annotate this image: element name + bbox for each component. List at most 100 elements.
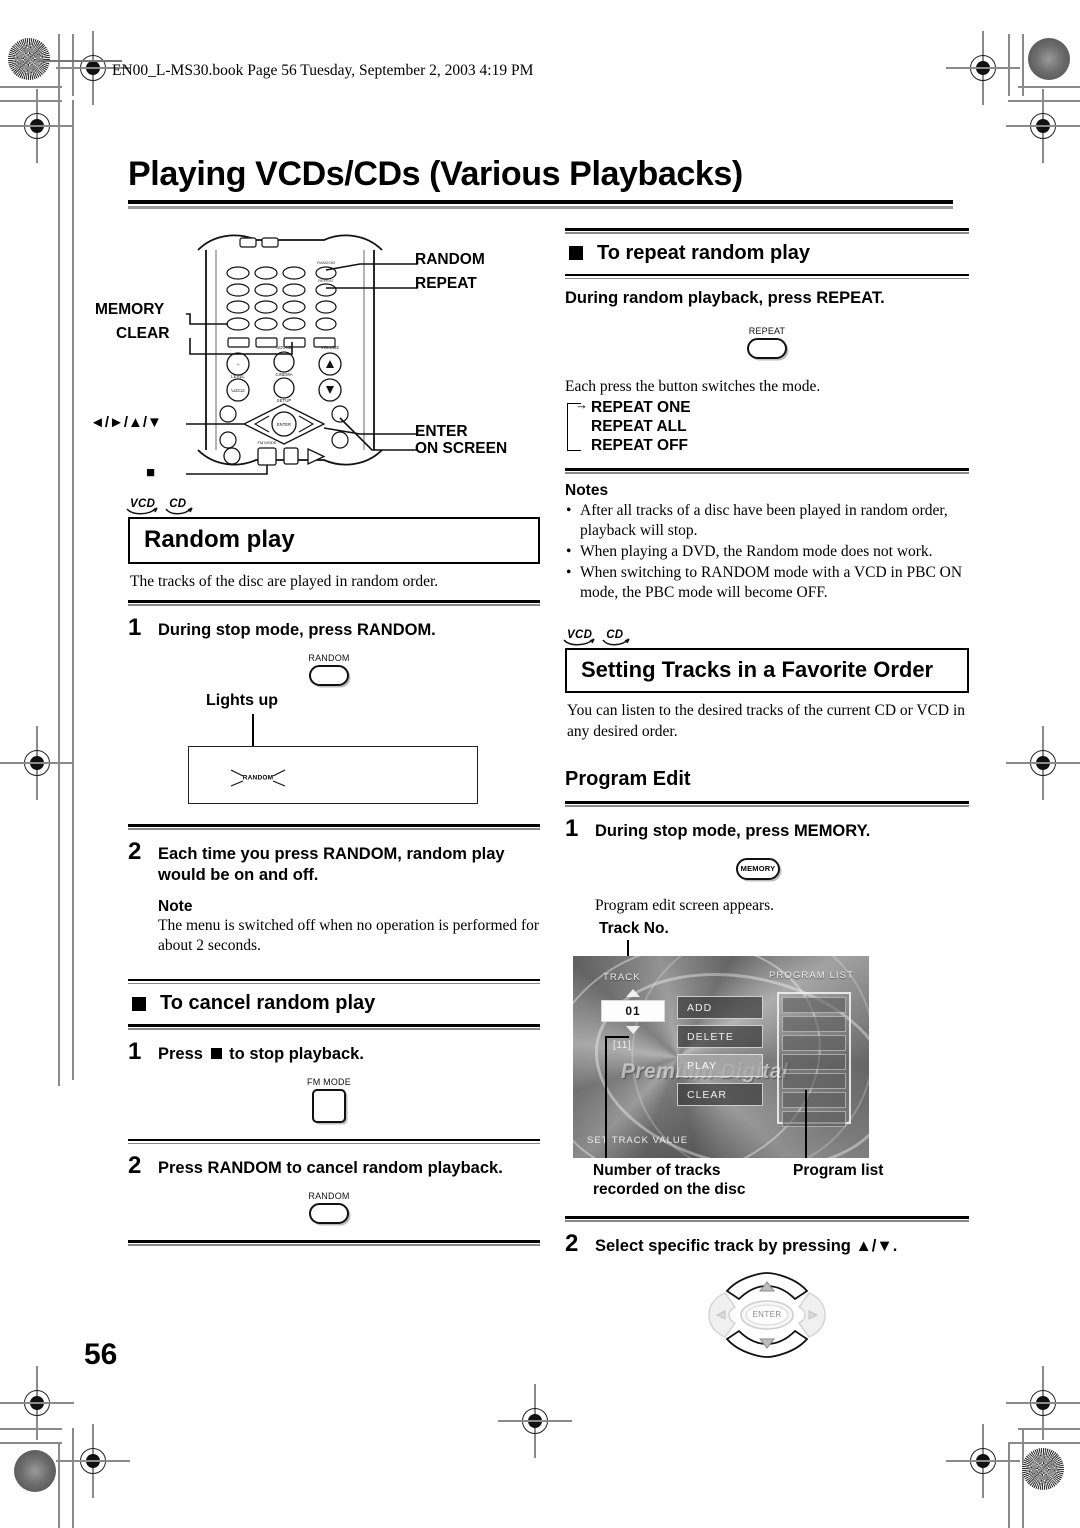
right-column: To repeat random play During random play…	[563, 228, 969, 1359]
registration-crosshair	[0, 1366, 74, 1440]
repeat-mode-off: REPEAT OFF	[591, 437, 689, 455]
program-list-row[interactable]	[782, 997, 846, 1014]
svg-text:CINEMA: CINEMA	[275, 372, 292, 377]
square-bullet-icon	[569, 246, 583, 260]
osd-program-list[interactable]	[777, 992, 851, 1128]
track-up-arrow-icon[interactable]	[626, 989, 640, 998]
button-caption: FM MODE	[307, 1076, 351, 1087]
divider	[128, 1240, 540, 1246]
callout-cursor-keys: ◄/►/▲/▼	[90, 414, 162, 431]
track-count-value: [11]	[613, 1040, 632, 1052]
callout-on-screen: ON SCREEN	[415, 440, 508, 457]
program-list-row[interactable]	[782, 1035, 846, 1052]
display-panel-figure: Lights up RANDOM	[128, 692, 540, 820]
osd-track-label: TRACK	[603, 972, 641, 984]
registration-crosshair	[1006, 1366, 1080, 1440]
fm-mode-button-illustration: FM MODE	[118, 1077, 540, 1123]
repeat-instruction: During random playback, press REPEAT.	[565, 289, 885, 307]
leader-line	[605, 1036, 607, 1159]
step-number: 1	[565, 814, 579, 842]
front-panel-display: RANDOM	[188, 746, 478, 805]
registration-density-dot	[1028, 38, 1070, 80]
svg-text:REPEAT: REPEAT	[318, 278, 334, 283]
left-column: RANDOM REPEAT + \u2212 LEVEL SOUND CINEM…	[90, 228, 540, 1246]
disc-icon-vcd: VCD	[563, 629, 595, 646]
track-down-arrow-icon[interactable]	[626, 1026, 640, 1035]
repeat-button-shape	[747, 338, 787, 359]
note-text: The menu is switched off when no operati…	[158, 916, 540, 955]
subsection-repeat-random-play: To repeat random play	[565, 234, 969, 274]
step-text: During stop mode, press RANDOM.	[158, 620, 436, 639]
file-header-rule	[38, 60, 122, 62]
note-item: When switching to RANDOM mode with a VCD…	[565, 563, 969, 603]
osd-menu: ADD DELETE PLAY CLEAR	[677, 996, 763, 1112]
dpad-illustration: ENTER	[703, 1271, 831, 1359]
random-play-intro: The tracks of the disc are played in ran…	[130, 573, 439, 590]
step-1-program-edit: 1 During stop mode, press MEMORY.	[565, 807, 969, 842]
disc-icon-vcd: VCD	[126, 498, 158, 515]
subsection-cancel-random-play: To cancel random play	[128, 984, 540, 1024]
square-bullet-icon	[132, 996, 146, 1011]
dpad-enter-label[interactable]: ENTER	[703, 1271, 831, 1359]
disc-type-icons: VCD CD	[563, 629, 969, 646]
program-list-row[interactable]	[782, 1111, 846, 1128]
indicator-text: RANDOM	[242, 774, 274, 782]
registration-star-target	[8, 38, 50, 80]
svg-text:LEVEL: LEVEL	[231, 374, 245, 379]
disc-type-icons: VCD CD	[126, 498, 540, 515]
repeat-mode-all: REPEAT ALL	[591, 418, 687, 436]
svg-text:SOUND: SOUND	[276, 345, 292, 350]
osd-menu-item-delete[interactable]: DELETE	[677, 1025, 763, 1049]
step-number: 1	[128, 1037, 142, 1065]
callout-repeat: REPEAT	[415, 275, 477, 292]
step-1-cancel: 1 Press to stop playback.	[128, 1030, 540, 1065]
random-button-illustration: RANDOM	[118, 653, 540, 687]
registration-crosshair	[56, 31, 130, 105]
step-text: Each time you press RANDOM, random play …	[158, 844, 505, 884]
file-header-text: EN00_L-MS30.book Page 56 Tuesday, Septem…	[112, 62, 534, 79]
random-button-shape	[309, 1203, 349, 1225]
svg-text:VOLUME: VOLUME	[321, 345, 340, 350]
leader-line	[605, 1036, 629, 1039]
program-list-row[interactable]	[782, 1016, 846, 1033]
page-number: 56	[84, 1338, 118, 1371]
caption-track-no: Track No.	[599, 920, 669, 938]
registration-crosshair	[946, 1424, 1020, 1498]
step-2-random: 2 Each time you press RANDOM, random pla…	[128, 830, 540, 886]
osd-menu-item-add[interactable]: ADD	[677, 996, 763, 1020]
step-text: Select specific track by pressing ▲/▼.	[595, 1236, 898, 1255]
osd-program-list-label: PROGRAM LIST	[769, 970, 854, 982]
registration-crosshair	[1006, 726, 1080, 800]
repeat-mode-one: REPEAT ONE	[591, 399, 691, 417]
callout-stop: ■	[146, 464, 156, 481]
program-list-row[interactable]	[782, 1073, 846, 1090]
osd-screen: Premium Digital TRACK 01 [11] PROGRAM LI…	[573, 956, 869, 1159]
random-button-illustration-2: RANDOM	[118, 1191, 540, 1225]
callout-clear: CLEAR	[116, 325, 170, 342]
step-number: 1	[128, 613, 142, 641]
leader-line	[805, 1090, 807, 1159]
step-text: Press RANDOM to cancel random playback.	[158, 1159, 503, 1178]
step-2-cancel: 2 Press RANDOM to cancel random playback…	[128, 1144, 540, 1179]
section-heading-setting-tracks: Setting Tracks in a Favorite Order	[565, 648, 969, 694]
repeat-mode-cycle: → REPEAT ONE REPEAT ALL REPEAT OFF	[565, 397, 969, 456]
track-number-value[interactable]: 01	[601, 1000, 665, 1023]
registration-crosshair	[1006, 89, 1080, 163]
setting-tracks-intro: You can listen to the desired tracks of …	[567, 702, 966, 740]
svg-text:ENTER: ENTER	[277, 422, 291, 427]
step-1-random: 1 During stop mode, press RANDOM.	[128, 606, 540, 641]
osd-menu-item-play[interactable]: PLAY	[677, 1054, 763, 1078]
title-rule-shadow	[128, 206, 953, 209]
divider	[565, 468, 969, 474]
program-list-row[interactable]	[782, 1092, 846, 1109]
program-list-row[interactable]	[782, 1054, 846, 1071]
manual-page: EN00_L-MS30.book Page 56 Tuesday, Septem…	[0, 0, 1080, 1528]
program-edit-appears-text: Program edit screen appears.	[595, 896, 775, 914]
svg-text:\u2212: \u2212	[231, 388, 245, 393]
osd-menu-item-clear[interactable]: CLEAR	[677, 1083, 763, 1107]
notes-list: After all tracks of a disc have been pla…	[565, 501, 969, 604]
step-text-before: Press	[158, 1044, 203, 1063]
registration-crosshair	[0, 726, 74, 800]
repeat-mode-intro: Each press the button switches the mode.	[565, 378, 821, 395]
remote-control-figure: RANDOM REPEAT + \u2212 LEVEL SOUND CINEM…	[90, 228, 540, 486]
